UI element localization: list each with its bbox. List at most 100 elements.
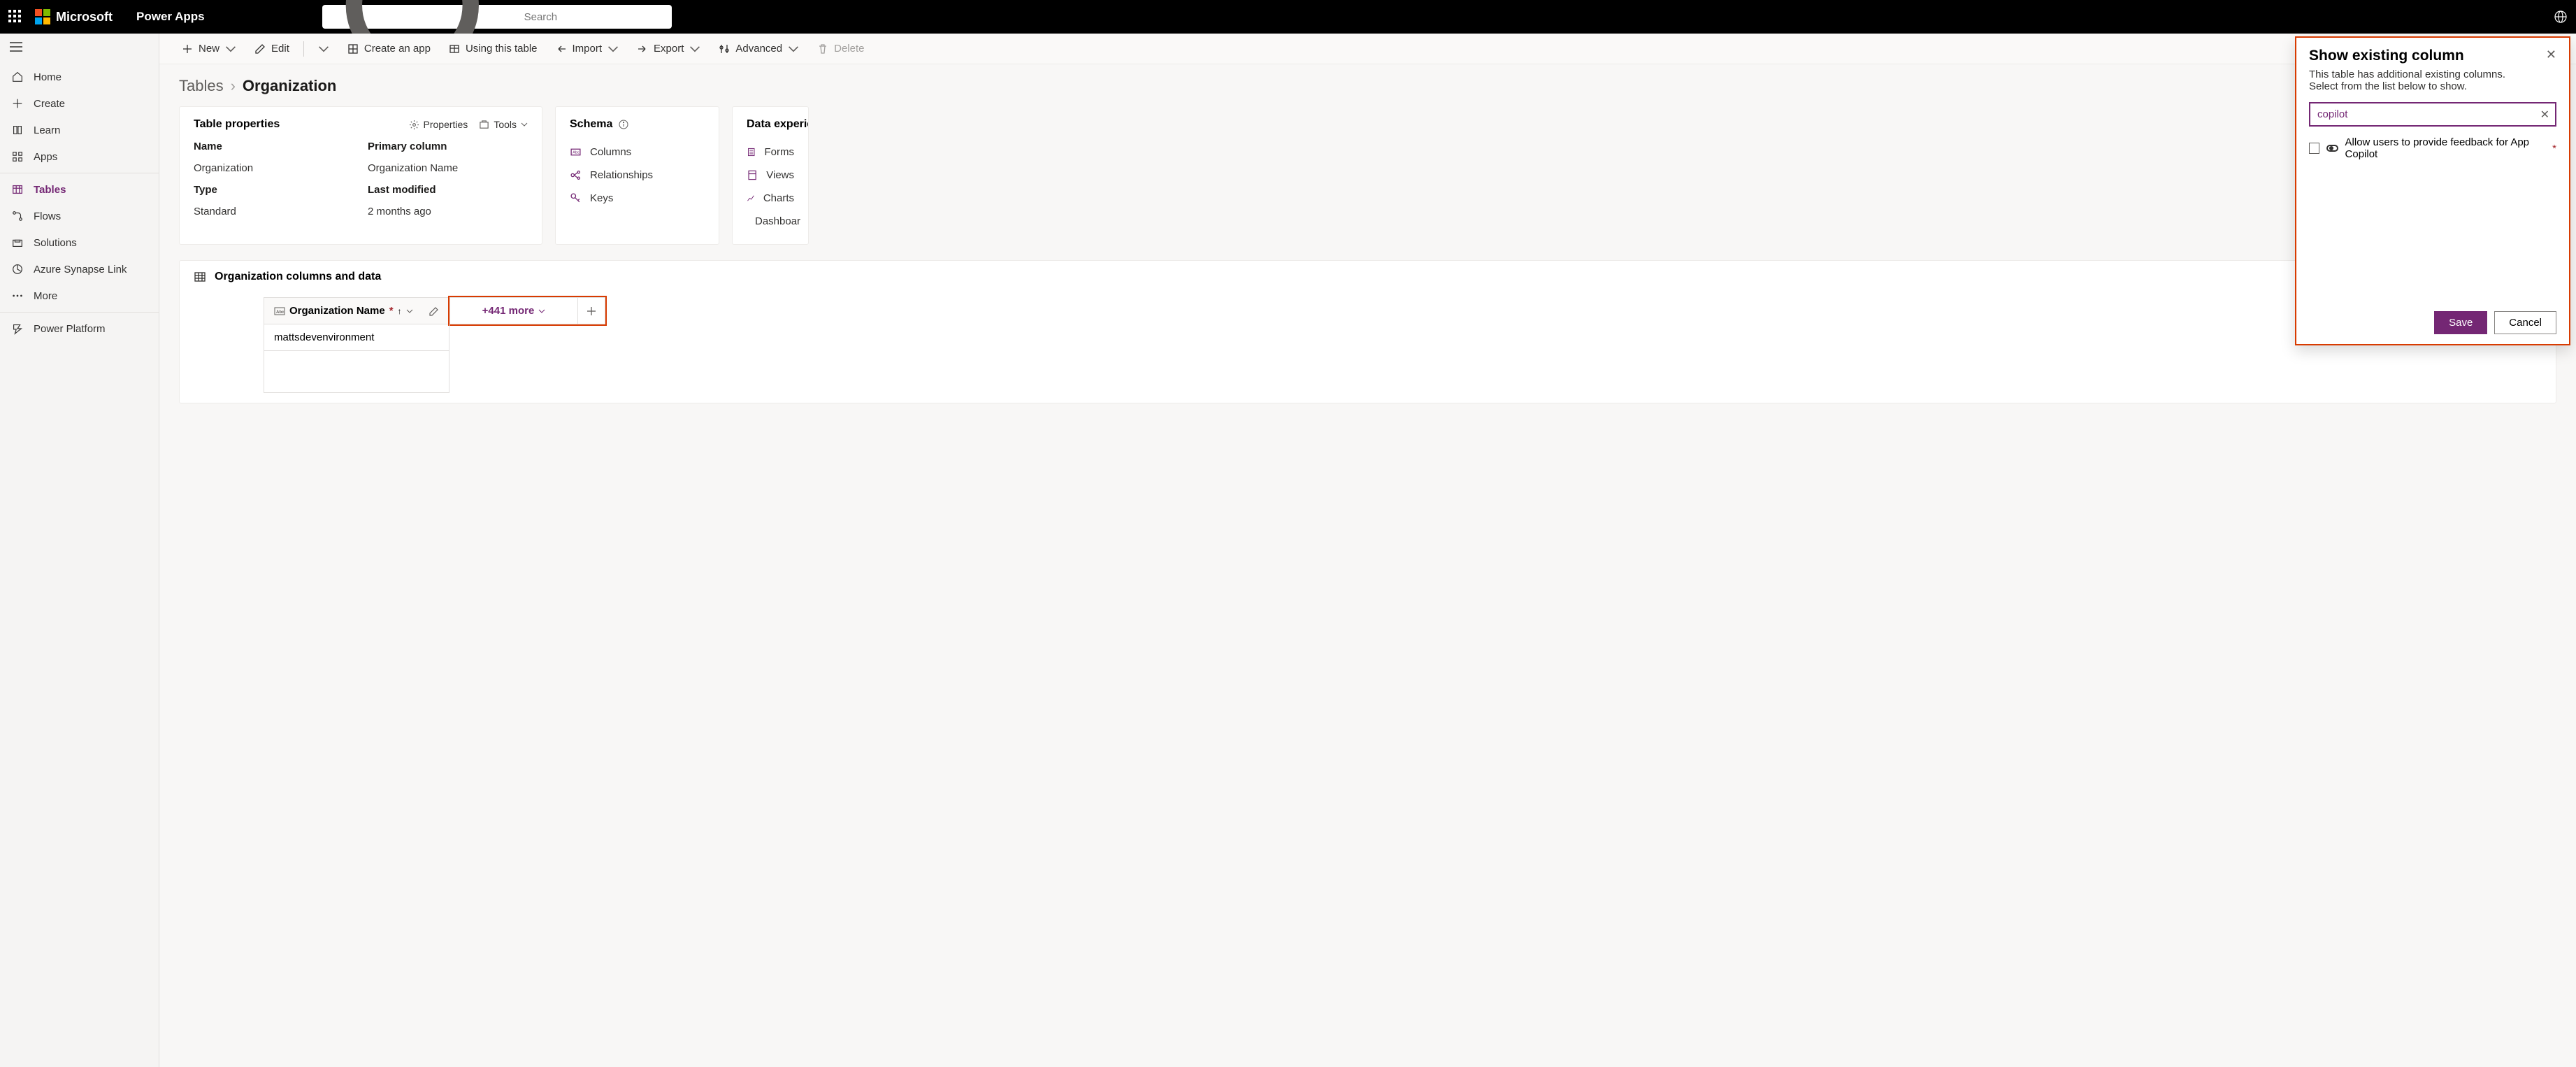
info-icon[interactable] bbox=[619, 120, 628, 129]
chevron-down-icon bbox=[689, 43, 700, 55]
nav-item-power-platform[interactable]: Power Platform bbox=[0, 315, 159, 342]
cmd-label: Create an app bbox=[364, 43, 431, 55]
chevron-down-icon[interactable] bbox=[406, 308, 413, 315]
dataexp-charts[interactable]: Charts bbox=[747, 187, 794, 210]
save-button[interactable]: Save bbox=[2434, 311, 2487, 334]
app-launcher-icon[interactable] bbox=[8, 10, 22, 24]
nav-item-synapse[interactable]: Azure Synapse Link bbox=[0, 256, 159, 282]
required-indicator: * bbox=[389, 305, 394, 317]
cmd-edit[interactable]: Edit bbox=[247, 38, 296, 59]
nav-item-create[interactable]: Create bbox=[0, 90, 159, 117]
properties-button[interactable]: Properties bbox=[409, 119, 468, 130]
cmd-using-table[interactable]: Using this table bbox=[442, 38, 545, 59]
columns-data-card: Organization columns and data Abc Organi… bbox=[179, 260, 2556, 403]
clear-icon[interactable]: ✕ bbox=[2540, 108, 2549, 122]
cmd-label: Delete bbox=[834, 43, 864, 55]
nav-item-apps[interactable]: Apps bbox=[0, 143, 159, 170]
text-column-icon: Abc bbox=[274, 307, 285, 315]
nav-label: Power Platform bbox=[34, 323, 106, 335]
cell-value[interactable]: mattsdevenvironment bbox=[264, 324, 449, 351]
prop-label: Type bbox=[194, 184, 354, 196]
column-option[interactable]: Allow users to provide feedback for App … bbox=[2309, 136, 2556, 160]
panel-description: This table has additional existing colum… bbox=[2309, 69, 2556, 92]
cmd-label: Export bbox=[654, 43, 684, 55]
nav-item-solutions[interactable]: Solutions bbox=[0, 229, 159, 256]
card-title: Organization columns and data bbox=[215, 271, 381, 283]
schema-relationships[interactable]: Relationships bbox=[570, 164, 705, 187]
table-properties-card: Table properties Properties Tools bbox=[179, 106, 542, 245]
nav-item-flows[interactable]: Flows bbox=[0, 203, 159, 229]
nav-label: Solutions bbox=[34, 237, 77, 249]
chevron-down-icon bbox=[225, 43, 236, 55]
breadcrumb-root[interactable]: Tables bbox=[179, 77, 224, 95]
cmd-label: New bbox=[199, 43, 220, 55]
dataexp-forms[interactable]: Forms bbox=[747, 141, 794, 164]
globe-icon[interactable] bbox=[2554, 10, 2568, 24]
chevron-down-icon bbox=[318, 43, 329, 55]
microsoft-logo-icon bbox=[35, 9, 50, 24]
nav-item-home[interactable]: Home bbox=[0, 64, 159, 90]
nav-item-tables[interactable]: Tables bbox=[0, 176, 159, 203]
nav-item-learn[interactable]: Learn bbox=[0, 117, 159, 143]
required-indicator: * bbox=[2552, 143, 2556, 155]
search-input[interactable] bbox=[524, 11, 663, 23]
svg-text:Abc: Abc bbox=[573, 151, 579, 155]
cmd-create-app[interactable]: Create an app bbox=[340, 38, 438, 59]
edit-icon[interactable] bbox=[429, 306, 439, 316]
app-name[interactable]: Power Apps bbox=[136, 10, 205, 24]
prop-label: Name bbox=[194, 141, 354, 152]
panel-search[interactable]: ✕ bbox=[2309, 102, 2556, 127]
add-column-button[interactable] bbox=[577, 297, 605, 324]
table-row[interactable] bbox=[264, 351, 2542, 393]
cmd-advanced[interactable]: Advanced bbox=[712, 38, 806, 59]
table-icon bbox=[194, 271, 206, 283]
nav-label: More bbox=[34, 290, 57, 302]
checkbox[interactable] bbox=[2309, 143, 2319, 154]
prop-label: Primary column bbox=[368, 141, 528, 152]
cell-empty[interactable] bbox=[264, 351, 449, 393]
card-title: Schema bbox=[570, 118, 628, 131]
app-header: Microsoft Power Apps bbox=[0, 0, 2576, 34]
global-search[interactable] bbox=[322, 5, 672, 29]
nav-item-more[interactable]: More bbox=[0, 282, 159, 309]
toggle-icon bbox=[2326, 145, 2338, 152]
main-content: New Edit Create an app Using this table bbox=[159, 34, 2576, 1067]
sort-asc-icon: ↑ bbox=[398, 306, 402, 316]
card-title: Data experien bbox=[747, 118, 809, 131]
cmd-delete[interactable]: Delete bbox=[810, 38, 871, 59]
prop-label: Last modified bbox=[368, 184, 528, 196]
dataexp-views[interactable]: Views bbox=[747, 164, 794, 187]
nav-label: Home bbox=[34, 71, 62, 83]
cmd-import[interactable]: Import bbox=[549, 38, 626, 59]
close-icon[interactable]: ✕ bbox=[2546, 48, 2556, 62]
cancel-button[interactable]: Cancel bbox=[2494, 311, 2556, 334]
chevron-down-icon bbox=[607, 43, 619, 55]
nav-label: Azure Synapse Link bbox=[34, 264, 127, 275]
dataexp-dashboards[interactable]: Dashboar bbox=[747, 210, 794, 233]
cmd-label: Using this table bbox=[466, 43, 538, 55]
cmd-export[interactable]: Export bbox=[630, 38, 707, 59]
column-header-name[interactable]: Abc Organization Name * ↑ bbox=[264, 297, 449, 324]
schema-keys[interactable]: Keys bbox=[570, 187, 705, 210]
nav-label: Learn bbox=[34, 124, 60, 136]
breadcrumb-current: Organization bbox=[243, 77, 336, 95]
show-more-columns[interactable]: +441 more bbox=[449, 297, 577, 324]
schema-columns[interactable]: Abc Columns bbox=[570, 141, 705, 164]
prop-value: Organization bbox=[194, 162, 354, 174]
cmd-label: Advanced bbox=[735, 43, 782, 55]
ms-brand[interactable]: Microsoft bbox=[35, 9, 113, 24]
data-grid: Abc Organization Name * ↑ +441 more bbox=[194, 297, 2542, 393]
cmd-edit-dropdown[interactable] bbox=[311, 39, 336, 59]
chevron-down-icon bbox=[521, 121, 528, 128]
column-search-input[interactable] bbox=[2309, 102, 2556, 127]
cmd-new[interactable]: New bbox=[175, 38, 243, 59]
table-row[interactable]: mattsdevenvironment bbox=[264, 324, 2542, 351]
panel-title: Show existing column bbox=[2309, 48, 2464, 64]
show-existing-column-panel: Show existing column ✕ This table has ad… bbox=[2295, 36, 2570, 345]
column-option-label: Allow users to provide feedback for App … bbox=[2345, 136, 2546, 160]
card-title: Table properties bbox=[194, 118, 280, 131]
nav-collapse-button[interactable] bbox=[0, 34, 159, 64]
breadcrumb: Tables › Organization bbox=[179, 77, 2556, 95]
nav-label: Flows bbox=[34, 210, 61, 222]
tools-button[interactable]: Tools bbox=[479, 119, 528, 130]
